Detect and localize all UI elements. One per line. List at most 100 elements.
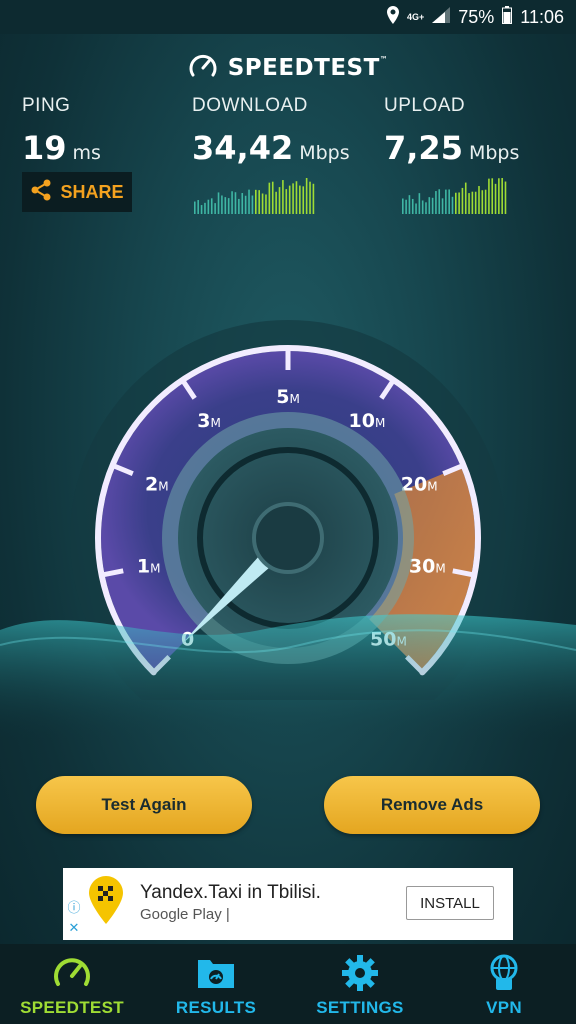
sparkline-bar [200,205,203,214]
sparkline-bar [448,189,450,214]
tab-vpn[interactable]: VPN [432,944,576,1024]
upload-metric: UPLOAD 7,25 Mbps [384,95,519,167]
battery-icon [502,5,513,29]
vpn-globe-icon [486,954,522,992]
sparkline-bar [288,185,291,214]
ping-metric: PING 19 ms [22,95,101,167]
ping-label: PING [22,95,71,116]
sparkline-bar [295,181,298,214]
sparkline-bar [210,198,213,214]
sparkline-bar [248,189,250,214]
sparkline-bar [285,189,288,214]
sparkline-bar [265,194,267,214]
sparkline-bar [244,195,247,214]
upload-label: UPLOAD [384,95,466,116]
sparkline-bar [234,192,237,214]
network-type: 4G+ [406,12,425,22]
upload-unit: Mbps [468,142,520,164]
tab-settings[interactable]: SETTINGS [288,944,432,1024]
tab-results[interactable]: RESULTS [144,944,288,1024]
status-bar: 4G+ 75% 11:06 [0,0,576,34]
sparkline-bar [408,195,411,214]
sparkline-bar [197,200,199,214]
tab-label: RESULTS [175,998,257,1017]
sparkline-bar [431,197,434,214]
download-metric: DOWNLOAD 34,42 Mbps [192,95,350,167]
sparkline-bar [299,185,301,214]
sparkline-bar [302,186,305,214]
tab-speedtest[interactable]: SPEEDTEST [0,944,144,1024]
sparkline-bar [251,195,254,214]
sparkline-bar [241,193,244,214]
sparkline-bar [474,191,477,214]
sparkline-bar [478,186,480,214]
sparkline-bar [312,183,315,214]
sparkline-bar [275,191,277,214]
sparkline-bar [438,189,441,214]
download-unit: Mbps [299,142,350,164]
sparkline-bar [238,198,240,214]
sparkline-bar [498,178,500,214]
sparkline-bar [428,197,431,214]
share-button[interactable]: SHARE [22,172,132,212]
sparkline-bar [484,189,487,214]
sparkline-bar [491,178,494,214]
sparkline-bar [501,178,503,214]
sparkline-bar [221,195,223,214]
ad-info-icon[interactable]: ⓘ [63,896,85,916]
share-icon [30,179,52,206]
sparkline-bar [309,181,311,214]
sparkline-bar [217,192,220,214]
tab-label: SPEEDTEST [20,998,124,1017]
sparkline-bar [268,182,271,214]
upload-value: 7,25 [384,129,463,167]
sparkline-bar [271,181,274,214]
sparkline-bar [471,191,474,214]
sparkline-bar [445,189,447,214]
sparkline-bar [415,203,417,214]
sparkline-bar [455,192,457,214]
sparkline-bar [411,198,414,214]
sparkline-bar [402,198,404,214]
sparkline-bar [451,196,454,214]
sparkline-bar [418,193,421,214]
sparkline-bar [421,200,424,214]
ad-subtitle: Google Play | [140,906,230,923]
sparkline-bar [255,189,257,214]
sparkline-bar [441,198,444,214]
sparkline-bar [481,190,484,214]
share-label: SHARE [60,181,124,202]
speedometer-logo-icon [188,51,218,86]
sparkline-bar [461,187,464,214]
sparkline-bar [231,191,233,214]
sparkline-bar [494,183,497,214]
sparkline-bar [261,193,264,214]
download-sparkline [194,178,315,214]
bottom-navigation: SPEEDTEST RESULTS SETTINGS VPN [0,944,576,1024]
sparkline-bar [488,178,490,214]
ad-banner[interactable]: Yandex.Taxi in Tbilisi. Google Play | IN… [63,868,513,940]
remove-ads-button[interactable]: Remove Ads [324,776,540,834]
results-icon [196,954,236,992]
battery-percent: 75% [458,6,495,27]
needle-hub [252,502,324,574]
sparkline-bar [194,201,196,214]
sparkline-bar [207,199,210,214]
speedometer-icon [52,954,92,992]
upload-sparkline [402,178,507,214]
test-again-button[interactable]: Test Again [36,776,252,834]
sparkline-bar [435,191,437,214]
ad-close-icon[interactable]: ✕ [63,918,85,938]
sparkline-bar [214,203,216,214]
ping-value: 19 [22,129,67,167]
sparkline-bar [258,190,260,214]
sparkline-bar [282,180,284,214]
sparkline-bar [204,202,206,214]
ad-install-button[interactable]: INSTALL [406,886,494,920]
sparkline-bar [405,199,407,214]
ad-title: Yandex.Taxi in Tbilisi. [140,882,321,903]
sparkline-bar [292,183,294,214]
app-title: SPEEDTEST™ [227,55,389,81]
download-value: 34,42 [192,129,294,167]
sparkline-bar [227,198,230,214]
